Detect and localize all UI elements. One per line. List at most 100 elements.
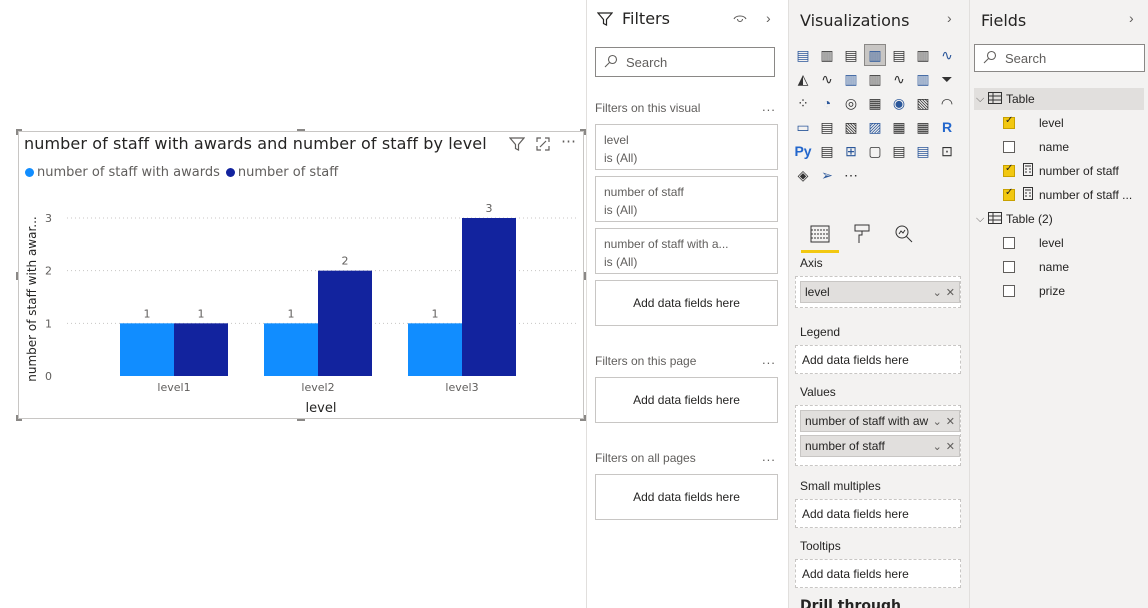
table-name: Table (2) bbox=[1006, 212, 1053, 226]
more-options-icon[interactable]: ... bbox=[762, 99, 776, 114]
eye-icon[interactable] bbox=[733, 12, 747, 30]
visual-type-icon[interactable]: ▤ bbox=[912, 140, 934, 162]
visual-type-icon[interactable]: ▤ bbox=[792, 44, 814, 66]
visual-type-icon[interactable]: ▤ bbox=[816, 116, 838, 138]
add-page-filter-drop[interactable]: Add data fields here bbox=[595, 377, 778, 423]
chevron-down-icon[interactable]: ⌄ bbox=[933, 440, 942, 453]
more-options-icon[interactable]: ... bbox=[762, 449, 776, 464]
visual-type-icon[interactable]: ◔ bbox=[816, 92, 838, 114]
table-icon bbox=[988, 91, 1002, 107]
field-checkbox[interactable] bbox=[1003, 237, 1015, 249]
field-row[interactable]: prize bbox=[974, 280, 1144, 302]
visual-type-icon[interactable]: R bbox=[936, 116, 958, 138]
x-tick-label: level2 bbox=[301, 381, 334, 394]
visual-type-icon[interactable]: ▤ bbox=[816, 140, 838, 162]
fields-tab-icon[interactable] bbox=[801, 221, 839, 253]
chevron-down-icon[interactable]: ⌄ bbox=[933, 415, 942, 428]
visual-type-icon[interactable]: ▥ bbox=[912, 68, 934, 90]
visual-type-icon[interactable]: ▦ bbox=[864, 92, 886, 114]
visual-type-icon[interactable]: ▦ bbox=[912, 116, 934, 138]
clustered-column-chart-visual[interactable]: number of staff with awards and number o… bbox=[16, 129, 586, 421]
chevron-right-icon[interactable]: › bbox=[766, 10, 771, 26]
field-checkbox[interactable] bbox=[1003, 187, 1015, 201]
visual-type-icon[interactable]: ▤ bbox=[888, 140, 910, 162]
y-tick-label: 0 bbox=[45, 370, 52, 383]
field-checkbox[interactable] bbox=[1003, 115, 1015, 129]
visual-type-icon[interactable]: ▦ bbox=[888, 116, 910, 138]
visual-type-icon[interactable]: ∿ bbox=[816, 68, 838, 90]
legend-well[interactable]: Add data fields here bbox=[795, 345, 961, 374]
visual-type-icon[interactable]: ▧ bbox=[840, 116, 862, 138]
visual-type-icon[interactable]: ◎ bbox=[840, 92, 862, 114]
filter-card-number-of-staff[interactable]: number of staff is (All) bbox=[595, 176, 778, 222]
visual-type-icon[interactable]: ⋯ bbox=[840, 164, 862, 186]
close-icon[interactable]: ✕ bbox=[946, 440, 955, 453]
chevron-right-icon[interactable]: › bbox=[1129, 10, 1134, 26]
field-name: name bbox=[1039, 260, 1070, 274]
visual-type-icon[interactable]: ▥ bbox=[816, 44, 838, 66]
close-icon[interactable]: ✕ bbox=[946, 415, 955, 428]
field-table-row[interactable]: ⌵ Table (2) bbox=[974, 208, 1144, 230]
values-field-pill[interactable]: number of staff ⌄ ✕ bbox=[800, 435, 960, 457]
field-row[interactable]: level bbox=[974, 232, 1144, 254]
visual-type-icon[interactable]: ⏷ bbox=[936, 68, 958, 90]
visual-type-icon[interactable]: ⊡ bbox=[936, 140, 958, 162]
field-row[interactable]: number of staff ... bbox=[974, 184, 1144, 206]
filter-card-level[interactable]: level is (All) bbox=[595, 124, 778, 170]
filter-card-number-of-staff-with-awards[interactable]: number of staff with a... is (All) bbox=[595, 228, 778, 274]
visual-type-icon[interactable]: ➢ bbox=[816, 164, 838, 186]
visual-type-icon[interactable]: ▥ bbox=[864, 44, 886, 66]
values-well[interactable]: number of staff with aw ⌄ ✕ number of st… bbox=[795, 405, 961, 466]
chevron-down-icon[interactable]: ⌵ bbox=[974, 213, 988, 226]
close-icon[interactable]: ✕ bbox=[946, 286, 955, 299]
field-checkbox[interactable] bbox=[1003, 141, 1015, 153]
data-label: 1 bbox=[198, 307, 205, 320]
field-checkbox[interactable] bbox=[1003, 261, 1015, 273]
visual-type-icon[interactable]: ▨ bbox=[864, 116, 886, 138]
field-row[interactable]: level bbox=[974, 112, 1144, 134]
visual-type-icon[interactable]: ▤ bbox=[840, 44, 862, 66]
visual-type-icon[interactable]: ∿ bbox=[888, 68, 910, 90]
fields-title: Fields bbox=[981, 11, 1027, 30]
field-checkbox[interactable] bbox=[1003, 163, 1015, 177]
analytics-magnifier-icon[interactable] bbox=[891, 221, 917, 247]
field-table-row[interactable]: ⌵ Table bbox=[974, 88, 1144, 110]
search-icon bbox=[983, 50, 997, 67]
visual-type-icon[interactable]: ⊞ bbox=[840, 140, 862, 162]
visual-type-icon[interactable]: ◠ bbox=[936, 92, 958, 114]
chevron-down-icon[interactable]: ⌵ bbox=[974, 93, 988, 106]
y-tick-label: 3 bbox=[45, 212, 52, 225]
values-field-pill[interactable]: number of staff with aw ⌄ ✕ bbox=[800, 410, 960, 432]
visual-type-icon[interactable]: ⁘ bbox=[792, 92, 814, 114]
axis-well[interactable]: level ⌄ ✕ bbox=[795, 276, 961, 308]
add-all-pages-filter-drop[interactable]: Add data fields here bbox=[595, 474, 778, 520]
visual-type-icon[interactable]: ▧ bbox=[912, 92, 934, 114]
fields-search-input[interactable]: Search bbox=[974, 44, 1145, 72]
visual-type-icon[interactable]: Py bbox=[792, 140, 814, 162]
field-row[interactable]: name bbox=[974, 136, 1144, 158]
tooltips-well[interactable]: Add data fields here bbox=[795, 559, 961, 588]
more-options-icon[interactable]: ... bbox=[762, 352, 776, 367]
visual-type-icon[interactable]: ◭ bbox=[792, 68, 814, 90]
visual-type-icon[interactable]: ▥ bbox=[864, 68, 886, 90]
visual-type-icon[interactable]: ▭ bbox=[792, 116, 814, 138]
chevron-right-icon[interactable]: › bbox=[947, 10, 952, 26]
field-row[interactable]: name bbox=[974, 256, 1144, 278]
axis-field-pill[interactable]: level ⌄ ✕ bbox=[800, 281, 960, 303]
small-multiples-well[interactable]: Add data fields here bbox=[795, 499, 961, 528]
add-visual-filter-drop[interactable]: Add data fields here bbox=[595, 280, 778, 326]
chevron-down-icon[interactable]: ⌄ bbox=[933, 286, 942, 299]
visual-type-icon[interactable]: ◈ bbox=[792, 164, 814, 186]
drill-through-label: Drill through bbox=[800, 598, 901, 608]
visual-type-icon[interactable]: ▢ bbox=[864, 140, 886, 162]
format-paint-roller-icon[interactable] bbox=[849, 221, 875, 247]
field-row[interactable]: number of staff bbox=[974, 160, 1144, 182]
visual-type-icon[interactable]: ◉ bbox=[888, 92, 910, 114]
field-checkbox[interactable] bbox=[1003, 285, 1015, 297]
filters-search-input[interactable]: Search bbox=[595, 47, 775, 77]
visual-type-icon[interactable]: ▤ bbox=[888, 44, 910, 66]
visual-type-icon[interactable]: ▥ bbox=[912, 44, 934, 66]
visual-type-icon[interactable]: ∿ bbox=[936, 44, 958, 66]
visual-type-icon[interactable]: ▥ bbox=[840, 68, 862, 90]
filter-state: is (All) bbox=[604, 255, 638, 269]
